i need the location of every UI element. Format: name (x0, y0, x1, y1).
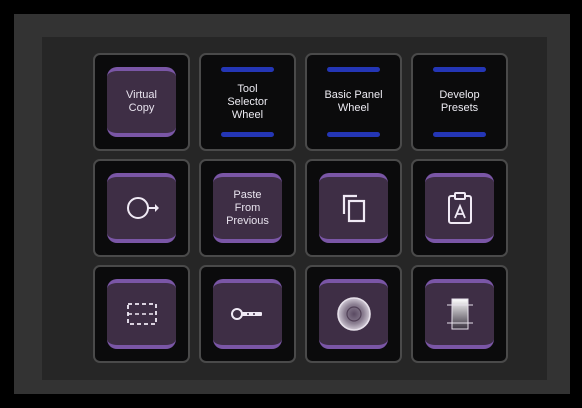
key-pad: Virtual Copy (107, 67, 176, 137)
key-pad (319, 279, 388, 349)
key-label-tool-selector-wheel: Tool Selector Wheel (227, 82, 268, 121)
wheel-bar-bottom (221, 132, 274, 137)
key-basic-panel-wheel[interactable]: Basic Panel Wheel (305, 53, 402, 151)
circle-arrow-icon (126, 197, 159, 219)
stream-deck-key-grid: Virtual Copy Tool Selector Wheel Basic P… (93, 53, 508, 363)
key-copy[interactable] (305, 159, 402, 257)
key-tool-selector-wheel[interactable]: Tool Selector Wheel (199, 53, 296, 151)
key-pad (107, 173, 176, 243)
key-key-tool[interactable] (199, 265, 296, 363)
key-crop[interactable] (93, 265, 190, 363)
key-label-virtual-copy: Virtual Copy (126, 89, 157, 114)
wheel-bar-top (221, 67, 274, 72)
clipboard-a-icon (447, 192, 472, 224)
key-wheel: Basic Panel Wheel (319, 65, 388, 139)
key-graduated-filter[interactable] (411, 265, 508, 363)
wheel-bar-top (327, 67, 380, 72)
key-wheel: Tool Selector Wheel (213, 65, 282, 139)
wheel-bar-top (433, 67, 486, 72)
key-pad (425, 279, 494, 349)
key-pad: Paste From Previous (213, 173, 282, 243)
key-icon (230, 308, 262, 320)
key-label-develop-presets: Develop Presets (439, 89, 480, 114)
key-paste-from-previous[interactable]: Paste From Previous (199, 159, 296, 257)
key-paste-settings[interactable] (411, 159, 508, 257)
gradient-filter-icon (446, 298, 473, 330)
key-pad (425, 173, 494, 243)
wheel-bar-bottom (327, 132, 380, 137)
key-label-basic-panel-wheel: Basic Panel Wheel (324, 89, 383, 114)
key-wheel: Develop Presets (425, 65, 494, 139)
key-virtual-copy[interactable]: Virtual Copy (93, 53, 190, 151)
key-pad (107, 279, 176, 349)
key-pad (319, 173, 388, 243)
radial-circle-icon (336, 297, 371, 331)
wheel-bar-bottom (433, 132, 486, 137)
key-develop-presets[interactable]: Develop Presets (411, 53, 508, 151)
dashed-crop-icon (126, 303, 157, 325)
key-rotate-arrow[interactable] (93, 159, 190, 257)
key-pad (213, 279, 282, 349)
key-radial-filter[interactable] (305, 265, 402, 363)
key-label-paste-from-previous: Paste From Previous (226, 188, 269, 227)
copy-icon (342, 194, 365, 223)
